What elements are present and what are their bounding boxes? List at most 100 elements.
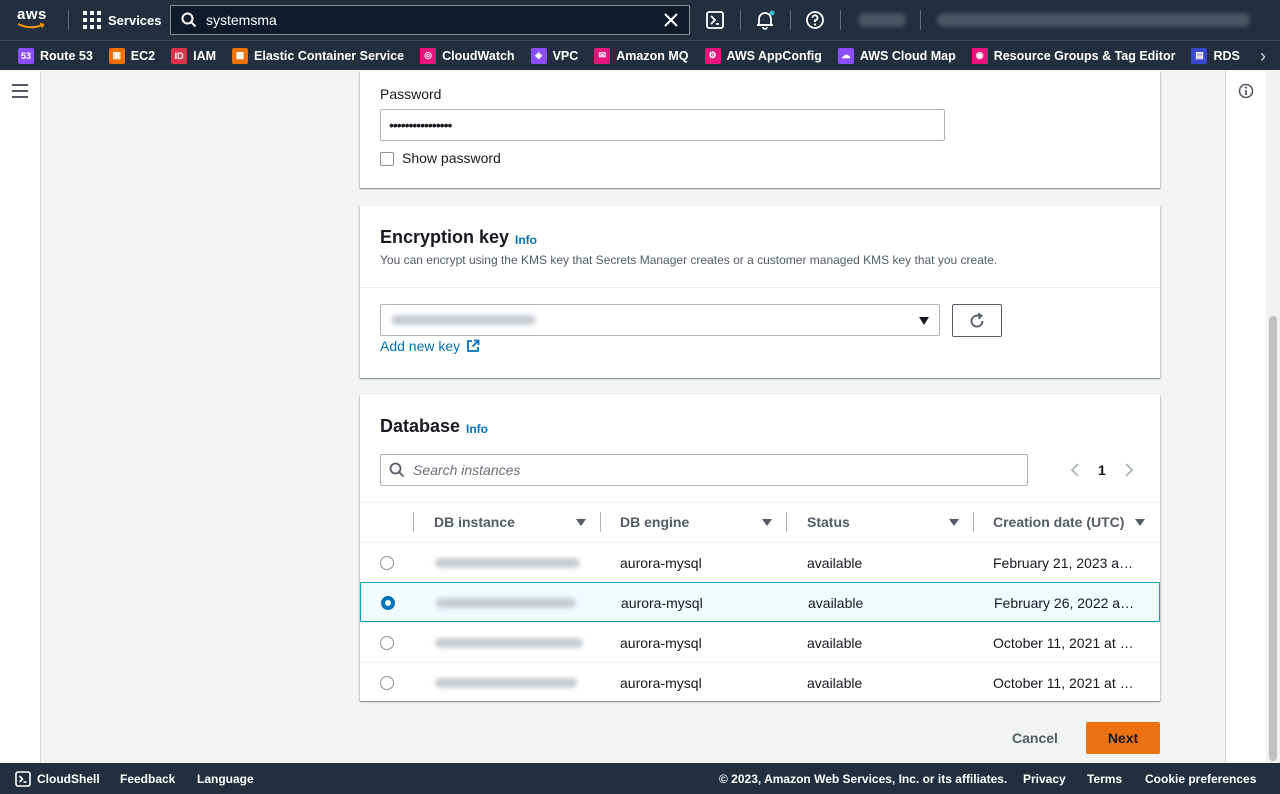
refresh-keys-button[interactable]: [952, 304, 1002, 337]
kms-key-select[interactable]: [380, 304, 940, 336]
db-instance-name[interactable]: [435, 678, 577, 688]
favorite-label: VPC: [552, 48, 579, 63]
favorite-rds[interactable]: ▤ RDS: [1191, 47, 1240, 64]
clear-icon[interactable]: [663, 12, 679, 28]
menu-icon[interactable]: [12, 84, 28, 98]
column-header-status[interactable]: Status: [807, 502, 972, 542]
search-icon: [181, 12, 197, 28]
help-icon[interactable]: [805, 10, 825, 30]
column-separator: [973, 512, 974, 532]
favorite-elastic-container-service[interactable]: ▦ Elastic Container Service: [232, 47, 404, 64]
aws-smile-icon: [17, 23, 45, 29]
column-separator: [600, 512, 601, 532]
column-header-db-engine[interactable]: DB engine: [620, 502, 785, 542]
favorite-label: AWS AppConfig: [726, 48, 822, 63]
row-radio-button[interactable]: [381, 596, 395, 610]
account-menu[interactable]: [937, 13, 1250, 27]
db-instance-name[interactable]: [436, 598, 576, 608]
previous-page-icon[interactable]: [1069, 462, 1081, 478]
caret-down-icon: [919, 317, 929, 325]
favorite-amazon-mq[interactable]: ✉ Amazon MQ: [594, 47, 689, 64]
creation-date-cell: February 21, 2023 a…: [993, 555, 1134, 571]
left-navigation-rail: [0, 71, 41, 763]
table-row[interactable]: aurora-mysql available February 21, 2023 a…: [360, 542, 1160, 582]
status-cell: available: [807, 555, 863, 571]
favorite-label: IAM: [193, 48, 217, 63]
favorite-label: AWS Cloud Map: [859, 48, 956, 63]
database-info-link[interactable]: Info: [466, 422, 488, 436]
column-label: Creation date (UTC): [993, 514, 1125, 530]
table-row[interactable]: aurora-mysql available February 26, 2022 a…: [360, 582, 1160, 622]
favorite-route-53[interactable]: 53 Route 53: [18, 47, 93, 64]
kms-key-value: [391, 315, 536, 325]
cloudshell-label: CloudShell: [37, 772, 100, 786]
status-cell: available: [808, 595, 864, 611]
info-icon[interactable]: [1238, 83, 1254, 99]
service-icon: ⚙: [704, 47, 721, 64]
favorites-bar: 53 Route 53 ▣ EC2 ID IAM ▦ Elastic Container Se…: [0, 40, 1280, 70]
row-radio-button[interactable]: [380, 676, 394, 690]
table-row[interactable]: aurora-mysql available October 11, 2021 at…: [360, 662, 1160, 702]
column-label: DB engine: [620, 514, 690, 530]
encryption-description: You can encrypt using the KMS key that S…: [380, 253, 998, 267]
region-selector[interactable]: [858, 13, 906, 27]
cancel-button[interactable]: Cancel: [1012, 730, 1058, 746]
credentials-container: Password •••••••••••••••• Show password: [360, 71, 1160, 188]
favorite-label: Resource Groups & Tag Editor: [993, 48, 1176, 63]
column-separator: [413, 512, 414, 532]
notifications-bell-icon[interactable]: [755, 10, 775, 30]
column-label: Status: [807, 514, 850, 530]
favorite-vpc[interactable]: ◈ VPC: [530, 47, 579, 64]
password-input[interactable]: ••••••••••••••••: [380, 109, 945, 141]
page-scrollbar[interactable]: [1266, 71, 1280, 763]
favorite-aws-appconfig[interactable]: ⚙ AWS AppConfig: [704, 47, 822, 64]
db-engine-cell: aurora-mysql: [620, 635, 702, 651]
row-radio-button[interactable]: [380, 556, 394, 570]
database-container: Database Info Search instances 1 DB inst…: [360, 395, 1160, 701]
creation-date-cell: October 11, 2021 at …: [993, 635, 1134, 651]
page-number[interactable]: 1: [1098, 462, 1106, 478]
encryption-info-link[interactable]: Info: [515, 233, 537, 247]
cloudshell-footer-button[interactable]: CloudShell: [15, 771, 100, 787]
nav-divider: [840, 10, 841, 30]
search-instances-input[interactable]: Search instances: [380, 454, 1028, 486]
encryption-key-title: Encryption key: [380, 227, 510, 247]
feedback-link[interactable]: Feedback: [120, 772, 175, 786]
cookie-preferences-link[interactable]: Cookie preferences: [1145, 772, 1256, 786]
service-icon: 53: [18, 47, 34, 64]
password-value: ••••••••••••••••: [389, 117, 452, 133]
column-header-creation-date[interactable]: Creation date (UTC): [993, 502, 1160, 542]
aws-logo[interactable]: aws: [17, 6, 49, 32]
favorite-aws-cloud-map[interactable]: ☁ AWS Cloud Map: [837, 47, 956, 64]
add-new-key-link[interactable]: Add new key: [380, 338, 480, 354]
copyright-text: © 2023, Amazon Web Services, Inc. or its…: [719, 772, 1008, 786]
status-cell: available: [807, 635, 863, 651]
next-button[interactable]: Next: [1086, 722, 1160, 754]
table-row[interactable]: aurora-mysql available October 11, 2021 at…: [360, 622, 1160, 662]
database-title: Database: [380, 416, 461, 436]
favorite-iam[interactable]: ID IAM: [171, 47, 217, 64]
db-instance-name[interactable]: [435, 558, 580, 568]
row-radio-button[interactable]: [380, 636, 394, 650]
favorite-ec2[interactable]: ▣ EC2: [108, 47, 155, 64]
column-header-db-instance[interactable]: DB instance: [434, 502, 599, 542]
favorite-cloudwatch[interactable]: ◎ CloudWatch: [420, 47, 515, 64]
cloudshell-icon[interactable]: [705, 10, 725, 30]
column-separator: [786, 512, 787, 532]
nav-divider: [790, 10, 791, 30]
terms-link[interactable]: Terms: [1087, 772, 1122, 786]
global-search-input[interactable]: systemsma: [170, 5, 690, 35]
db-instance-name[interactable]: [435, 638, 583, 648]
privacy-link[interactable]: Privacy: [1023, 772, 1066, 786]
language-link[interactable]: Language: [197, 772, 254, 786]
chevron-right-icon[interactable]: ›: [1246, 41, 1280, 70]
creation-date-cell: February 26, 2022 a…: [994, 595, 1135, 611]
show-password-checkbox[interactable]: [380, 152, 394, 166]
services-menu-button[interactable]: Services: [83, 10, 162, 30]
aws-logo-text: aws: [17, 6, 47, 23]
service-icon: ◈: [530, 47, 547, 64]
scrollbar-thumb[interactable]: [1269, 316, 1277, 761]
next-page-icon[interactable]: [1123, 462, 1135, 478]
favorite-resource-groups-tag-editor[interactable]: ◉ Resource Groups & Tag Editor: [971, 47, 1176, 64]
instances-table: DB instance DB engine Status Creation da…: [360, 502, 1160, 701]
